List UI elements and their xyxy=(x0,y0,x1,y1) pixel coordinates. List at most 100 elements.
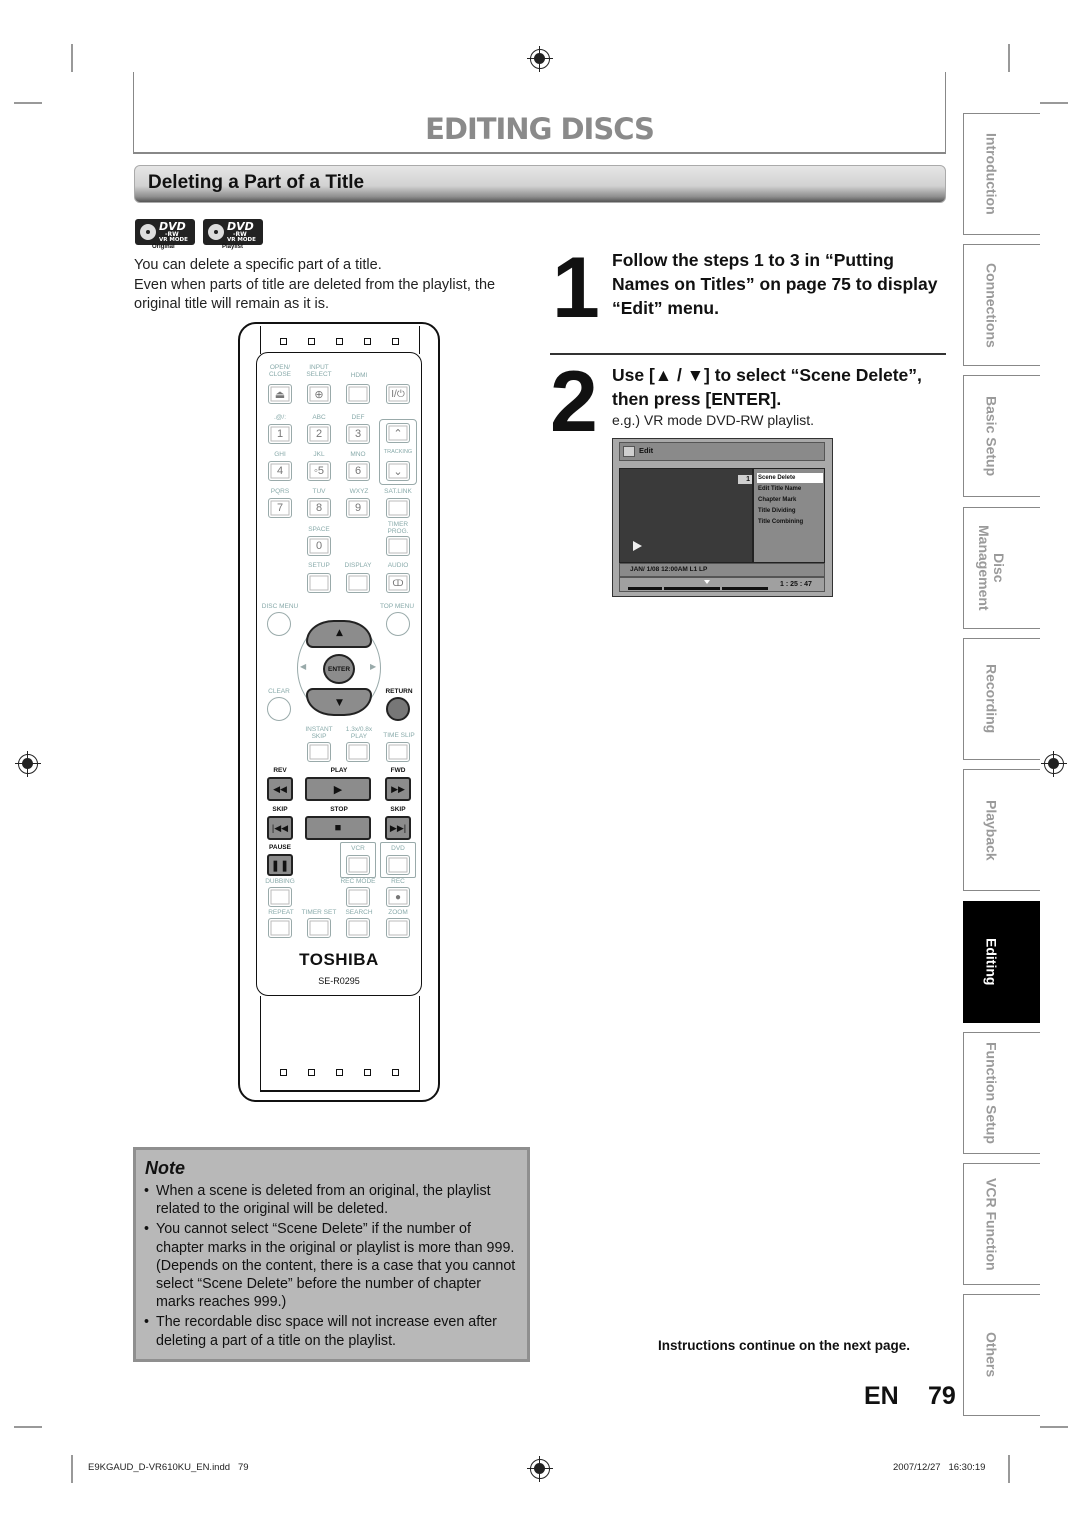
enter-button[interactable]: ENTER xyxy=(323,654,355,684)
crop-mark xyxy=(1040,102,1068,104)
open-close-button[interactable]: ⏏ xyxy=(268,384,292,404)
remote-label: DISPLAY xyxy=(344,562,372,569)
timer-set-button[interactable] xyxy=(307,918,331,938)
side-tab-introduction[interactable]: Introduction xyxy=(963,113,1040,235)
remote-label: INSTANT SKIP xyxy=(305,726,333,740)
timer-prog-button[interactable] xyxy=(386,536,410,556)
tracking-up-button[interactable]: ⌃ xyxy=(386,423,410,443)
crop-mark xyxy=(71,44,73,72)
badge-caption: Playlist xyxy=(222,244,244,250)
page-title: EDITING DISCS xyxy=(425,112,655,146)
key-2-button[interactable]: 2 xyxy=(307,424,331,444)
remote-label: REC xyxy=(391,878,405,885)
remote-dot xyxy=(364,1069,371,1076)
clear-button[interactable] xyxy=(267,697,291,721)
pause-button[interactable]: ❚❚ xyxy=(267,854,293,876)
note-item: You cannot select “Scene Delete” if the … xyxy=(144,1220,522,1311)
note-title: Note xyxy=(145,1158,185,1178)
key-1-button[interactable]: 1 xyxy=(268,424,292,444)
remote-dot xyxy=(280,1069,287,1076)
dvd-button[interactable] xyxy=(386,855,410,875)
stop-button[interactable]: ■ xyxy=(305,816,371,840)
osd-menu-item-scene-delete[interactable]: Scene Delete xyxy=(757,473,823,483)
note-list: When a scene is deleted from an original… xyxy=(144,1182,522,1352)
dpad-up-button[interactable]: ▲ xyxy=(306,620,372,648)
side-tab-basic-setup[interactable]: Basic Setup xyxy=(963,375,1040,497)
search-button[interactable] xyxy=(346,918,370,938)
side-tab-vcr-function[interactable]: VCR Function xyxy=(963,1163,1040,1285)
input-select-button[interactable]: ⊕ xyxy=(307,384,331,404)
rec-button[interactable]: ● xyxy=(386,887,410,907)
osd-header-label: Edit xyxy=(639,446,654,455)
remote-label: SKIP xyxy=(390,806,406,813)
sat-link-button[interactable] xyxy=(386,498,410,518)
key-9-button[interactable]: 9 xyxy=(346,498,370,518)
key-3-button[interactable]: 3 xyxy=(346,424,370,444)
key-7-button[interactable]: 7 xyxy=(268,498,292,518)
remote-label: ABC xyxy=(312,414,326,421)
dubbing-button[interactable] xyxy=(268,887,292,907)
display-button[interactable] xyxy=(346,573,370,593)
power-button[interactable]: I/⏻ xyxy=(386,384,410,404)
key-0-button[interactable]: 0 xyxy=(307,536,331,556)
key-6-button[interactable]: 6 xyxy=(346,461,370,481)
step-2-number: 2 xyxy=(550,354,598,450)
rev-button[interactable]: ◀◀ xyxy=(267,777,293,801)
intro-text-2: Even when parts of title are deleted fro… xyxy=(134,277,496,312)
osd-menu-item-title-dividing[interactable]: Title Dividing xyxy=(757,506,823,516)
top-menu-button[interactable] xyxy=(386,612,410,636)
crop-mark xyxy=(71,1455,73,1483)
footer-file-name: E9KGAUD_D-VR610KU_EN.indd 79 xyxy=(88,1462,249,1473)
zoom-button[interactable] xyxy=(386,918,410,938)
osd-edit-menu: Scene Delete Edit Title Name Chapter Mar… xyxy=(753,468,825,563)
time-slip-button[interactable] xyxy=(386,742,410,762)
speed-play-button[interactable] xyxy=(346,742,370,762)
disc-menu-button[interactable] xyxy=(267,612,291,636)
step-2-example: e.g.) VR mode DVD-RW playlist. xyxy=(612,412,815,428)
step-divider xyxy=(550,353,946,355)
remote-label: OPEN/ CLOSE xyxy=(268,364,292,378)
side-tab-label: Function Setup xyxy=(983,1042,1000,1144)
side-tab-function-setup[interactable]: Function Setup xyxy=(963,1032,1040,1154)
remote-label: PLAY xyxy=(330,767,348,774)
return-button[interactable] xyxy=(386,697,410,721)
key-5-button[interactable]: ◦5 xyxy=(307,461,331,481)
side-tab-playback[interactable]: Playback xyxy=(963,769,1040,891)
side-tab-editing[interactable]: Editing xyxy=(963,901,1040,1023)
osd-bar-segment xyxy=(664,587,720,590)
key-4-button[interactable]: 4 xyxy=(268,461,292,481)
rec-mode-button[interactable] xyxy=(346,887,370,907)
side-tab-label: Disc Management xyxy=(976,525,1007,611)
vcr-button[interactable] xyxy=(346,855,370,875)
side-tab-recording[interactable]: Recording xyxy=(963,638,1040,760)
skip-back-button[interactable]: |◀◀ xyxy=(267,816,293,840)
side-tab-disc-management[interactable]: Disc Management xyxy=(963,507,1040,629)
remote-dot xyxy=(308,338,315,345)
dpad-left-button[interactable]: ◀ xyxy=(300,662,306,671)
setup-button[interactable] xyxy=(307,573,331,593)
skip-fwd-button[interactable]: ▶▶| xyxy=(385,816,411,840)
repeat-button[interactable] xyxy=(268,918,292,938)
remote-label: REPEAT xyxy=(268,909,294,916)
side-tab-connections[interactable]: Connections xyxy=(963,244,1040,366)
audio-button[interactable]: ↀ xyxy=(386,573,410,593)
remote-label: DISC MENU xyxy=(261,603,299,610)
osd-progress-bar: 1 : 25 : 47 xyxy=(619,577,825,592)
key-8-button[interactable]: 8 xyxy=(307,498,331,518)
play-button[interactable]: ▶ xyxy=(305,777,371,801)
tracking-down-button[interactable]: ⌄ xyxy=(386,461,410,481)
instant-skip-button[interactable] xyxy=(307,742,331,762)
remote-dot xyxy=(280,338,287,345)
osd-menu-item-title-combining[interactable]: Title Combining xyxy=(757,517,823,527)
side-tab-others[interactable]: Others xyxy=(963,1294,1040,1416)
osd-menu-item-chapter-mark[interactable]: Chapter Mark xyxy=(757,495,823,505)
remote-bottom-panel xyxy=(260,996,420,1092)
remote-dot xyxy=(392,1069,399,1076)
remote-dot xyxy=(308,1069,315,1076)
osd-menu-item-edit-title-name[interactable]: Edit Title Name xyxy=(757,484,823,494)
down-arrow-icon: ▼ xyxy=(336,698,343,708)
hdmi-button[interactable] xyxy=(346,384,370,404)
fwd-button[interactable]: ▶▶ xyxy=(385,777,411,801)
crop-mark xyxy=(1008,44,1010,72)
dpad-right-button[interactable]: ▶ xyxy=(370,662,376,671)
